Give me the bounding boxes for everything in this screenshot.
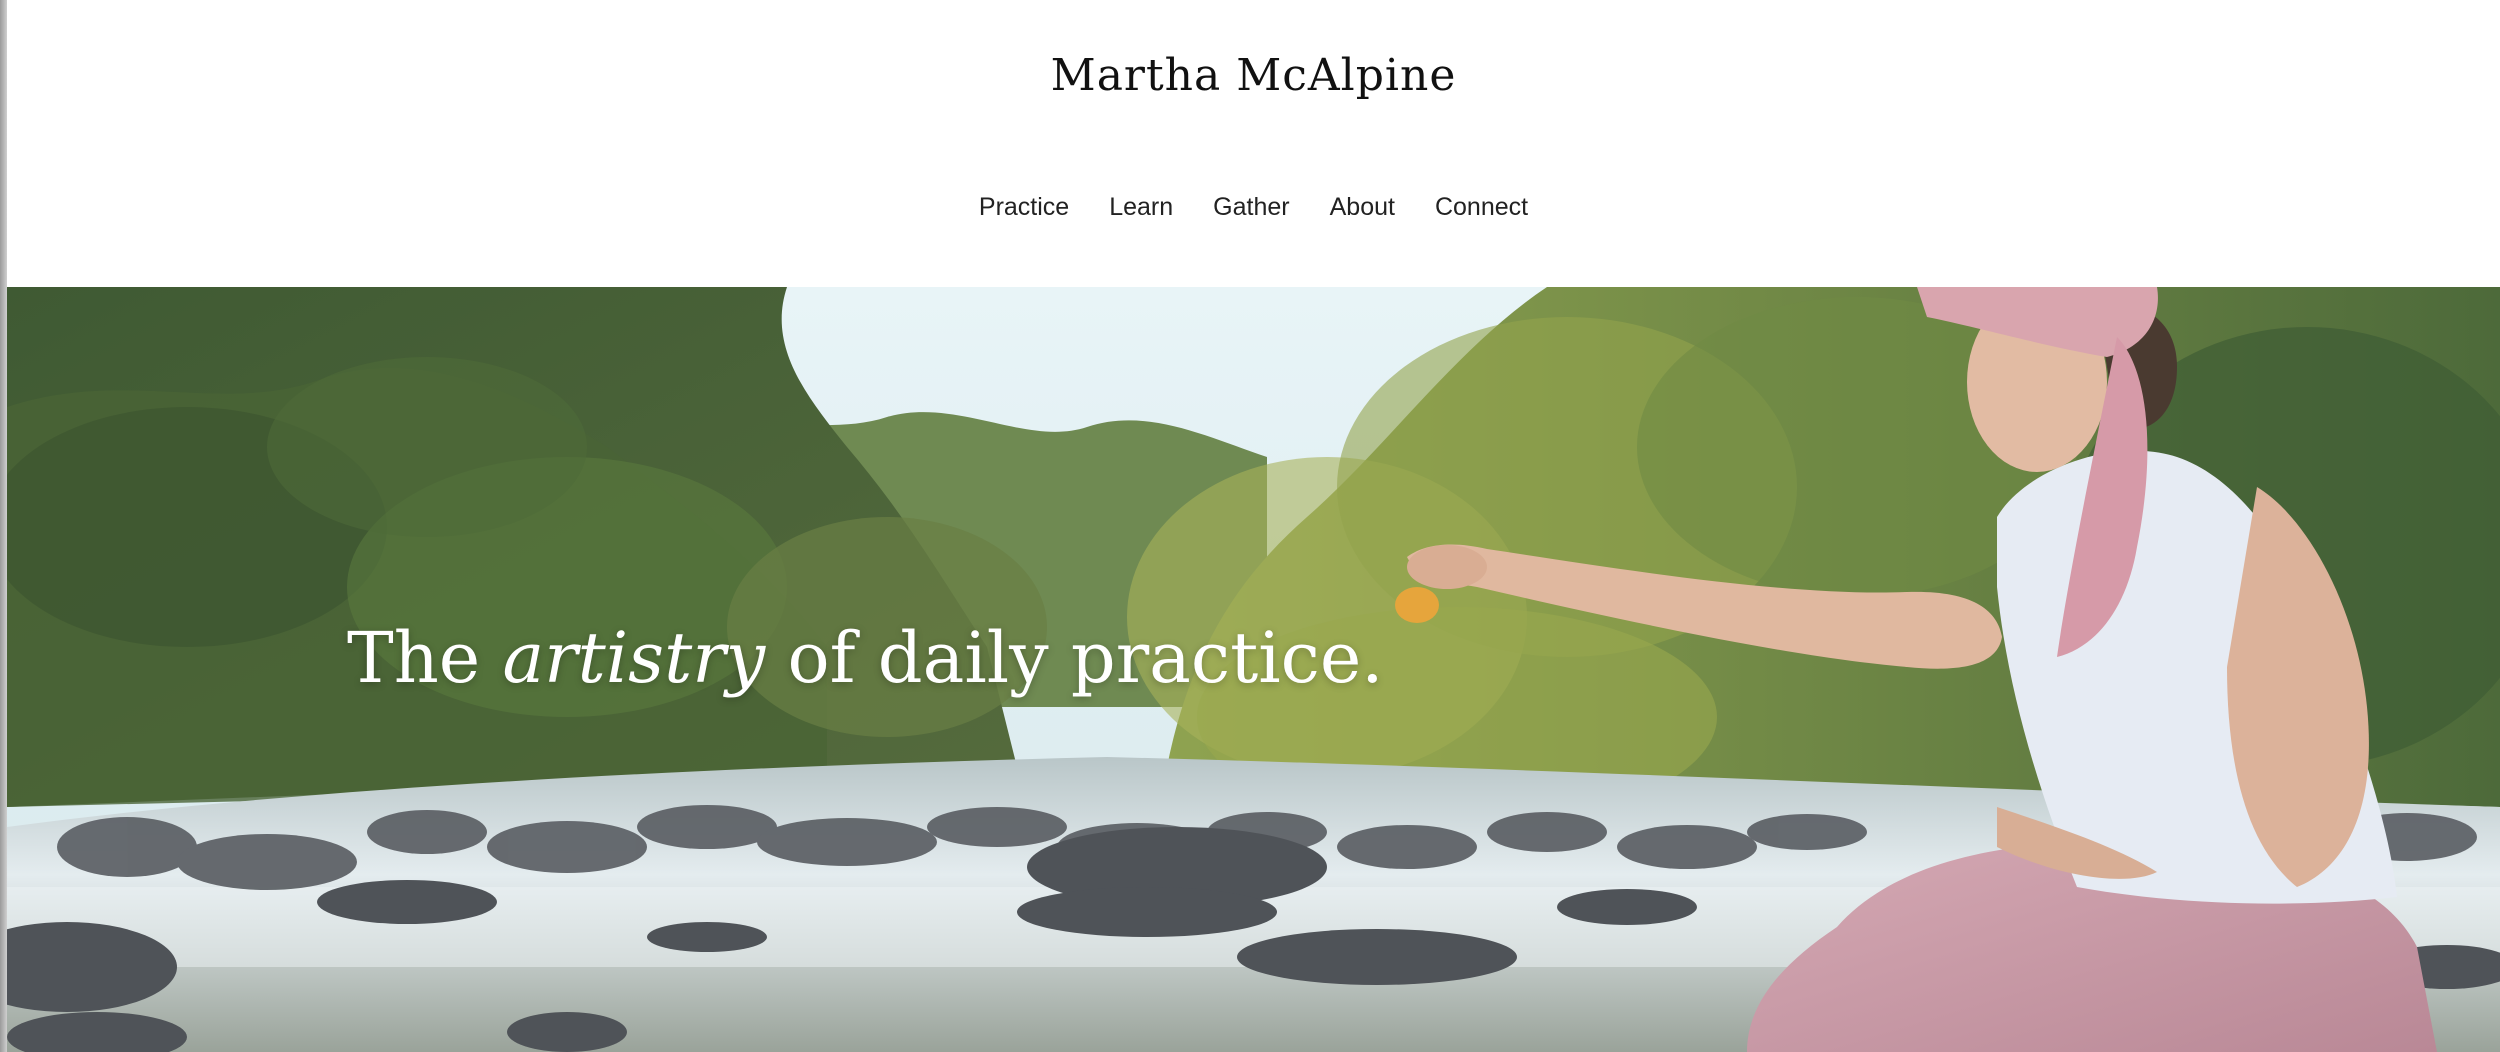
hero-banner: The artistry of daily practice. [7,287,2500,1052]
main-nav: Practice Learn Gather About Connect [7,193,2500,222]
site-header: Martha McAlpine Practice Learn Gather Ab… [7,0,2500,287]
window-edge [0,0,7,1052]
headline-start: The [347,617,503,699]
nav-item-practice[interactable]: Practice [979,193,1069,222]
nav-item-about[interactable]: About [1330,193,1395,222]
headline-emphasis: artistry [502,617,766,699]
nav-item-gather[interactable]: Gather [1213,193,1289,222]
hero-headline: The artistry of daily practice. [347,617,1384,699]
nav-item-learn[interactable]: Learn [1109,193,1173,222]
headline-end: of daily practice. [765,617,1384,699]
nav-item-connect[interactable]: Connect [1435,193,1528,222]
site-title[interactable]: Martha McAlpine [7,50,2500,101]
page: Martha McAlpine Practice Learn Gather Ab… [0,0,2500,1052]
